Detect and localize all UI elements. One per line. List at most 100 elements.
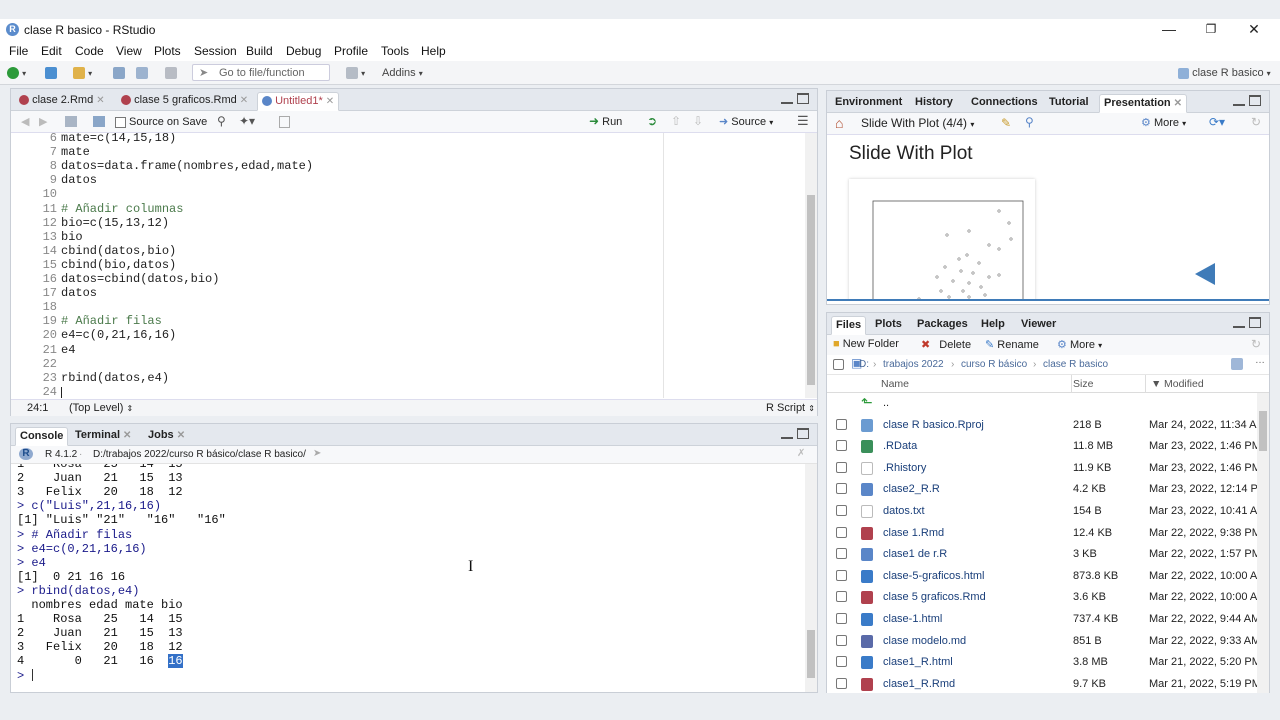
code-line[interactable]: 11 # Añadir columnas <box>11 202 651 216</box>
close-tab-icon[interactable]: ✕ <box>326 96 334 107</box>
clear-console-icon[interactable]: ✗ <box>797 448 805 459</box>
scroll-thumb[interactable] <box>1259 411 1267 451</box>
maximize-pane-icon[interactable] <box>797 428 809 439</box>
ellipsis-icon[interactable]: … <box>1255 355 1265 366</box>
tab-history[interactable]: History <box>911 94 957 113</box>
close-tab-icon[interactable]: ✕ <box>96 95 104 106</box>
prev-slide-arrow-icon[interactable] <box>1195 263 1215 285</box>
home-icon[interactable]: ⌂ <box>835 115 843 131</box>
code-editor[interactable]: 6 mate=c(14,15,18) 7 mate 8 datos=data.frame(… <box>11 133 803 398</box>
slide-selector[interactable]: Slide With Plot (4/4) ▾ <box>861 116 974 130</box>
show-in-window-icon[interactable] <box>65 116 77 127</box>
close-tab-icon[interactable]: ✕ <box>240 95 248 106</box>
print-icon[interactable] <box>165 65 177 81</box>
crumb-clase[interactable]: clase R basico <box>1043 359 1108 370</box>
select-all-checkbox[interactable] <box>833 359 844 370</box>
file-name-link[interactable]: clase2_R.R <box>883 483 940 495</box>
file-name-link[interactable]: clase-5-graficos.html <box>883 570 984 582</box>
working-directory[interactable]: D:/trabajos 2022/curso R básico/clase R … <box>93 449 306 460</box>
file-name-link[interactable]: clase modelo.md <box>883 635 966 647</box>
goto-dir-icon[interactable]: ➤ <box>313 448 321 459</box>
compile-report-icon[interactable] <box>279 116 290 128</box>
refresh-icon[interactable]: ↻ <box>1251 115 1261 129</box>
save-doc-icon[interactable] <box>93 116 105 127</box>
file-name-link[interactable]: clase1_R.Rmd <box>883 678 955 690</box>
restore-icon[interactable]: ❐ <box>1196 21 1226 39</box>
file-checkbox[interactable] <box>836 677 847 689</box>
file-row[interactable]: clase 1.Rmd 12.4 KB Mar 22, 2022, 9:38 PM <box>827 523 1257 545</box>
scope-indicator[interactable]: (Top Level) ⇕ <box>69 402 133 414</box>
source-on-save-checkbox[interactable] <box>115 117 126 128</box>
tab-jobs[interactable]: Jobs ✕ <box>144 427 189 446</box>
more-menu[interactable]: ⚙ More ▾ <box>1141 116 1186 129</box>
code-line[interactable]: 14 cbind(datos,bio) <box>11 244 651 258</box>
minimize-icon[interactable]: — <box>1154 21 1184 39</box>
header-modified[interactable]: Modified <box>1164 378 1204 390</box>
source-button[interactable]: ➜ Source ▾ <box>719 115 773 128</box>
code-line[interactable]: 9 datos <box>11 173 651 187</box>
file-name-link[interactable]: .Rhistory <box>883 462 926 474</box>
layout-grid-icon[interactable]: ▾ <box>346 65 365 81</box>
outline-icon[interactable]: ☰ <box>797 113 809 129</box>
close-icon[interactable]: ✕ <box>1239 21 1269 39</box>
header-name[interactable]: Name <box>881 378 909 390</box>
code-line[interactable]: 24 <box>11 385 651 398</box>
tab-tutorial[interactable]: Tutorial <box>1045 94 1093 113</box>
code-line[interactable]: 18 <box>11 300 651 314</box>
tab-untitled1[interactable]: Untitled1* ✕ <box>257 92 340 111</box>
menu-plots[interactable]: Plots <box>154 44 181 58</box>
close-tab-icon[interactable]: ✕ <box>1174 98 1182 109</box>
tab-viewer[interactable]: Viewer <box>1017 316 1060 335</box>
minimize-pane-icon[interactable] <box>1233 320 1245 328</box>
tab-clase2-rmd[interactable]: clase 2.Rmd ✕ <box>15 92 109 111</box>
tab-plots[interactable]: Plots <box>871 316 906 335</box>
code-line[interactable]: 16 datos=cbind(datos,bio) <box>11 272 651 286</box>
console-scrollbar[interactable] <box>805 464 817 692</box>
code-line[interactable]: 6 mate=c(14,15,18) <box>11 133 651 145</box>
go-up-chunk-icon[interactable]: ⇧ <box>671 114 681 128</box>
parent-dir-row[interactable]: ⬑ .. <box>827 393 1257 415</box>
file-checkbox[interactable] <box>836 656 847 668</box>
file-type-indicator[interactable]: R Script ⇕ <box>766 402 815 414</box>
menu-code[interactable]: Code <box>75 44 104 58</box>
forward-arrow-icon[interactable]: ▶ <box>39 115 47 128</box>
code-line[interactable]: 10 <box>11 187 651 201</box>
tab-clase5-rmd[interactable]: clase 5 graficos.Rmd ✕ <box>117 92 252 111</box>
file-row[interactable]: clase R basico.Rproj 218 B Mar 24, 2022, 1… <box>827 415 1257 437</box>
save-icon[interactable] <box>113 65 125 81</box>
tab-presentation[interactable]: Presentation ✕ <box>1099 94 1188 113</box>
file-checkbox[interactable] <box>836 461 847 473</box>
file-row[interactable]: clase1 de r.R 3 KB Mar 22, 2022, 1:57 PM <box>827 544 1257 566</box>
file-checkbox[interactable] <box>836 591 847 603</box>
file-row[interactable]: clase1_R.html 3.8 MB Mar 21, 2022, 5:20 PM <box>827 652 1257 674</box>
code-line[interactable]: 20 e4=c(0,21,16,16) <box>11 328 651 342</box>
code-line[interactable]: 22 <box>11 357 651 371</box>
maximize-pane-icon[interactable] <box>797 93 809 104</box>
file-row[interactable]: clase modelo.md 851 B Mar 22, 2022, 9:33 A… <box>827 631 1257 653</box>
file-checkbox[interactable] <box>836 526 847 538</box>
file-checkbox[interactable] <box>836 634 847 646</box>
file-checkbox[interactable] <box>836 418 847 430</box>
scroll-thumb[interactable] <box>807 630 815 678</box>
new-project-icon[interactable] <box>45 65 57 81</box>
code-line[interactable]: 17 datos <box>11 286 651 300</box>
file-checkbox[interactable] <box>836 548 847 560</box>
new-folder-button[interactable]: ■ New Folder <box>833 338 899 350</box>
code-line[interactable]: 12 bio=c(15,13,12) <box>11 216 651 230</box>
file-row[interactable]: clase1_R.Rmd 9.7 KB Mar 21, 2022, 5:19 PM <box>827 674 1257 693</box>
crumb-drive[interactable]: D: <box>859 359 869 370</box>
file-row[interactable]: .RData 11.8 MB Mar 23, 2022, 1:46 PM <box>827 436 1257 458</box>
menu-debug[interactable]: Debug <box>286 44 321 58</box>
files-more-menu[interactable]: ⚙ More ▾ <box>1057 338 1102 351</box>
files-scrollbar[interactable] <box>1257 393 1269 693</box>
addins-menu[interactable]: Addins ▾ <box>382 65 423 81</box>
open-file-icon[interactable]: ▾ <box>73 65 92 81</box>
file-row[interactable]: clase2_R.R 4.2 KB Mar 23, 2022, 12:14 PM <box>827 479 1257 501</box>
header-size[interactable]: Size <box>1073 378 1093 390</box>
close-tab-icon[interactable]: ✕ <box>177 430 185 441</box>
tab-environment[interactable]: Environment <box>831 94 906 113</box>
file-name-link[interactable]: clase 1.Rmd <box>883 527 944 539</box>
rerun-icon[interactable]: ➲ <box>647 114 657 128</box>
minimize-pane-icon[interactable] <box>781 96 793 104</box>
console-output[interactable]: 1 Rosa 25 14 15 2 Juan 21 15 13 3 Felix 20… <box>17 464 805 692</box>
